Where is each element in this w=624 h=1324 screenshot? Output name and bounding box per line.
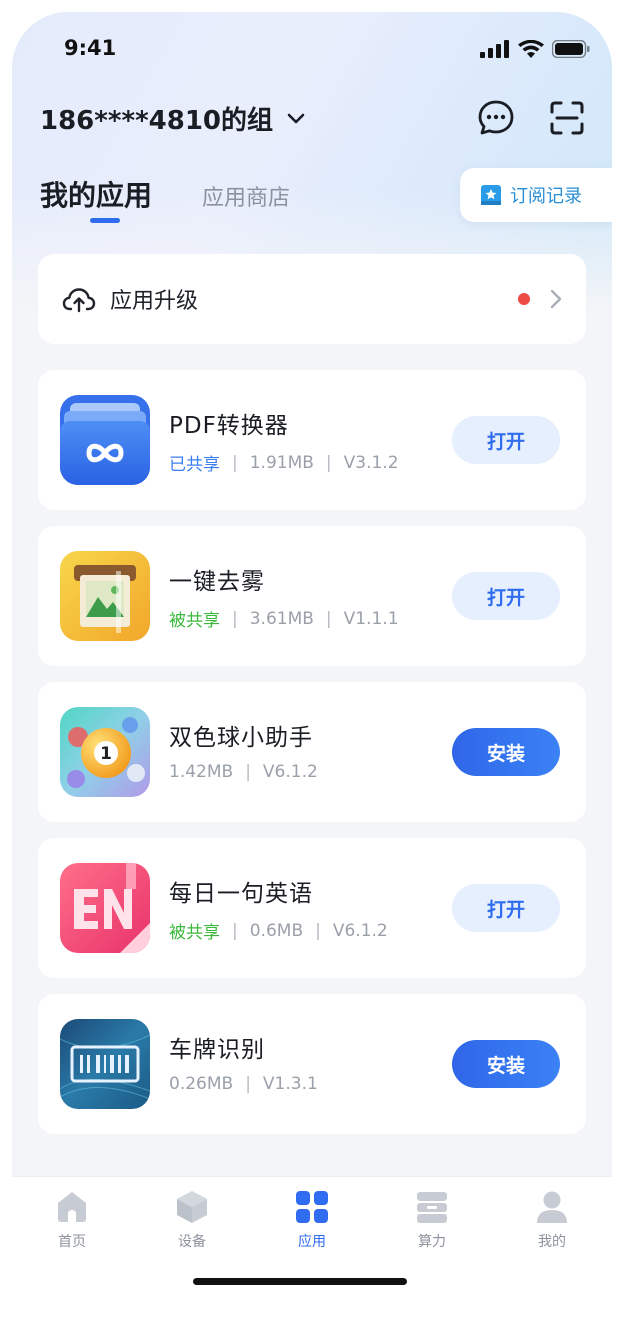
nav-item-profile[interactable]: 我的	[512, 1189, 592, 1251]
tab-active-indicator	[90, 218, 120, 223]
open-button[interactable]: 打开	[452, 884, 560, 932]
profile-icon	[537, 1191, 567, 1223]
app-name: 车牌识别	[169, 1037, 265, 1063]
bookmark-star-icon	[481, 185, 501, 205]
app-version: V1.1.1	[343, 608, 399, 629]
open-button[interactable]: 打开	[452, 572, 560, 620]
signal-icon	[480, 40, 509, 58]
chevron-down-icon	[287, 113, 305, 123]
app-meta: 被共享 | 3.61MB | V1.1.1	[169, 606, 399, 632]
app-upgrade-label: 应用升级	[110, 289, 199, 314]
dehaze-app-icon	[60, 551, 150, 641]
app-version: V6.1.2	[332, 920, 388, 941]
open-button[interactable]: 打开	[452, 416, 560, 464]
app-upgrade-row[interactable]: 应用升级	[38, 254, 586, 344]
status-time: 9:41	[64, 36, 117, 60]
app-name: 一键去雾	[169, 569, 265, 595]
device-cube-icon	[177, 1191, 207, 1223]
lottery-helper-app-icon: 1	[60, 707, 150, 797]
message-button[interactable]	[476, 98, 516, 138]
app-version: V1.3.1	[262, 1074, 318, 1094]
group-name: 186****4810的组	[40, 106, 274, 136]
svg-text:1: 1	[100, 744, 112, 764]
app-size: 0.26MB	[169, 1074, 234, 1094]
phone-screen: 9:41 186****4810的组 我的应用 应用商店 订阅记录 应用升级 P…	[12, 12, 612, 1312]
update-badge-dot	[518, 293, 530, 305]
nav-item-home[interactable]: 首页	[32, 1189, 112, 1251]
nav-item-apps[interactable]: 应用	[272, 1189, 352, 1251]
app-size: 3.61MB	[249, 608, 314, 629]
shared-status: 被共享	[169, 923, 220, 943]
battery-icon	[552, 40, 590, 58]
list-item: 车牌识别 0.26MB | V1.3.1 安装	[38, 994, 586, 1134]
cloud-upload-icon	[62, 288, 96, 313]
apps-grid-icon	[296, 1191, 328, 1223]
status-icons	[480, 40, 590, 58]
chat-bubble-icon	[478, 100, 514, 135]
app-meta: 已共享 | 1.91MB | V3.1.2	[169, 450, 399, 476]
tab-app-store[interactable]: 应用商店	[202, 180, 290, 212]
scan-button[interactable]	[547, 98, 587, 138]
app-version: V6.1.2	[262, 762, 318, 782]
shared-status: 被共享	[169, 611, 220, 631]
list-item: 一键去雾 被共享 | 3.61MB | V1.1.1 打开	[38, 526, 586, 666]
nav-item-compute[interactable]: 算力	[392, 1189, 472, 1251]
home-indicator[interactable]	[193, 1278, 407, 1285]
pdf-converter-app-icon	[60, 395, 150, 485]
app-size: 1.42MB	[169, 762, 234, 782]
app-meta: 0.26MB | V1.3.1	[169, 1074, 318, 1094]
group-selector[interactable]: 186****4810的组	[40, 100, 305, 137]
app-name: PDF转换器	[169, 413, 289, 439]
install-button[interactable]: 安装	[452, 728, 560, 776]
shared-status: 已共享	[169, 455, 220, 475]
app-meta: 被共享 | 0.6MB | V6.1.2	[169, 918, 388, 944]
install-button[interactable]: 安装	[452, 1040, 560, 1088]
home-icon	[58, 1192, 86, 1222]
subscription-record-label: 订阅记录	[510, 186, 582, 207]
nav-item-device[interactable]: 设备	[152, 1189, 232, 1251]
app-name: 双色球小助手	[169, 725, 313, 751]
daily-english-app-icon	[60, 863, 150, 953]
app-size: 0.6MB	[249, 920, 304, 941]
chevron-right-icon	[550, 289, 562, 309]
tab-my-apps[interactable]: 我的应用	[40, 174, 152, 214]
list-item: 每日一句英语 被共享 | 0.6MB | V6.1.2 打开	[38, 838, 586, 978]
app-version: V3.1.2	[343, 452, 399, 473]
list-item: 1 双色球小助手 1.42MB | V6.1.2 安装	[38, 682, 586, 822]
app-meta: 1.42MB | V6.1.2	[169, 762, 318, 782]
bottom-tab-bar: 首页 设备 应用 算力 我的	[12, 1176, 612, 1312]
list-item: PDF转换器 已共享 | 1.91MB | V3.1.2 打开	[38, 370, 586, 510]
app-size: 1.91MB	[249, 452, 314, 473]
compute-server-icon	[417, 1192, 447, 1223]
wifi-icon	[518, 40, 544, 58]
license-plate-app-icon	[60, 1019, 150, 1109]
scan-icon	[550, 101, 584, 135]
subscription-record-button[interactable]: 订阅记录	[460, 168, 612, 222]
app-name: 每日一句英语	[169, 881, 313, 907]
